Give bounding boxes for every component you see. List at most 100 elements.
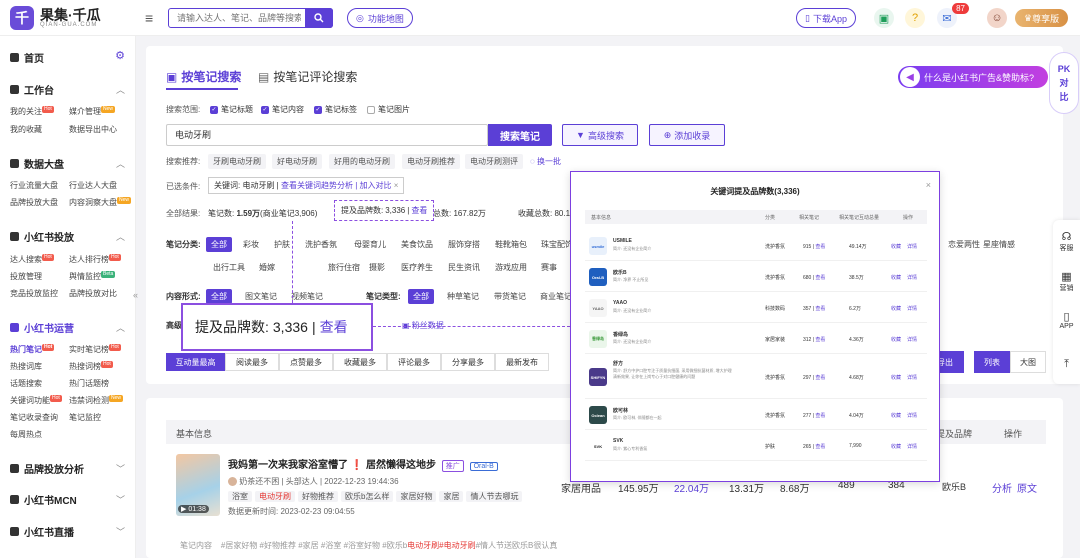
category-chip[interactable]: 全部 [206, 237, 232, 252]
brand-detail-link[interactable]: 详情 [907, 412, 917, 419]
brand-name[interactable]: YAAO [613, 300, 627, 306]
category-chip[interactable]: 医疗养生 [396, 260, 438, 275]
sort-tab[interactable]: 评论最多 [387, 353, 441, 371]
brand-collect-link[interactable]: 收藏 [891, 374, 901, 381]
sidebar-item-media[interactable]: 媒介管理 New [69, 106, 116, 117]
category-chip[interactable]: 游戏应用 [490, 260, 532, 275]
chevron-down-icon[interactable]: ﹀ [116, 525, 125, 538]
sidebar-item-banned-words[interactable]: 违禁词检测 New [69, 395, 124, 406]
sidebar-item-note-monitor[interactable]: 笔记监控 [69, 412, 101, 423]
category-chip[interactable]: 服饰穿搭 [443, 237, 485, 252]
sidebar-item-hot-topic-rank[interactable]: 热门话题榜 [69, 378, 109, 389]
sidebar-item-ad-manage[interactable]: 投放管理 [10, 271, 42, 282]
sidebar-item-hot-words[interactable]: 热搜词库 [10, 361, 42, 372]
view-notes-link[interactable]: 查看 [815, 444, 825, 450]
category-chip[interactable]: 洗护香氛 [300, 237, 342, 252]
note-title[interactable]: 我妈第一次来我家浴室懵了 ❗ 居然懒得这地步 推广 Oral-B [228, 456, 498, 472]
brand-detail-link[interactable]: 详情 [907, 305, 917, 312]
original-link[interactable]: 原文 [1017, 480, 1037, 495]
brand-name[interactable]: 欧乐B [613, 269, 627, 276]
sidebar-item-kol-search[interactable]: 达人搜索 Hot [10, 254, 54, 265]
category-chip[interactable]: 鞋靴箱包 [490, 237, 532, 252]
sidebar-item-kol-rank[interactable]: 达人排行榜 Hot [69, 254, 121, 265]
brand-collect-link[interactable]: 收藏 [891, 443, 901, 450]
sort-tab[interactable]: 互动量最高 [166, 353, 225, 371]
view-notes-link[interactable]: 查看 [815, 375, 825, 381]
sort-tab[interactable]: 阅读最多 [225, 353, 279, 371]
type-chip[interactable]: 带货笔记 [489, 289, 531, 304]
brand-name[interactable]: 舒方 [613, 360, 623, 367]
scope-tag-checkbox[interactable]: ✓ 笔记标签 [314, 104, 357, 115]
callout-view-link[interactable]: 查看 [320, 317, 348, 337]
chevron-up-icon[interactable]: ︿ [116, 321, 125, 334]
view-notes-link[interactable]: 查看 [815, 337, 825, 343]
view-brands-link[interactable]: 查看 [411, 205, 427, 216]
sidebar-item-keyword[interactable]: 关键词功能 Hot [10, 395, 62, 406]
category-chip[interactable]: 摄影 [364, 260, 390, 275]
function-map-button[interactable]: ◎ 功能地图 [347, 8, 413, 28]
brand-name[interactable]: USMILE [613, 238, 632, 244]
type-chip[interactable]: 种草笔记 [442, 289, 484, 304]
view-grid-button[interactable]: 大图 [1010, 351, 1046, 373]
close-icon[interactable]: × [394, 181, 399, 190]
brand-detail-link[interactable]: 详情 [907, 243, 917, 250]
mail-icon[interactable]: ✉ 87 [937, 3, 969, 28]
sidebar-item-hot-word-rank[interactable]: 热搜词榜 Hot [69, 361, 113, 372]
sidebar-collapse-icon[interactable]: « [133, 290, 138, 300]
sidebar-item-sentiment[interactable]: 舆情监控 Beta [69, 271, 116, 282]
category-chip[interactable]: 彩妆 [238, 237, 264, 252]
scope-content-checkbox[interactable]: ✓ 笔记内容 [261, 104, 304, 115]
category-chip[interactable]: 婚嫁 [254, 260, 280, 275]
type-chip[interactable]: 全部 [408, 289, 434, 304]
view-notes-link[interactable]: 查看 [815, 413, 825, 419]
brand-name[interactable]: 香绿岛 [613, 331, 628, 338]
brand-detail-link[interactable]: 详情 [907, 336, 917, 343]
logo[interactable]: 千 果集·千瓜 QIAN-GUA.COM [10, 6, 101, 30]
close-icon[interactable]: × [926, 180, 931, 190]
category-chip[interactable]: 母婴育儿 [349, 237, 391, 252]
add-index-button[interactable]: ⊕ 添加收录 [649, 124, 725, 146]
brand-collect-link[interactable]: 收藏 [891, 412, 901, 419]
recommend-tag[interactable]: 牙刷电动牙刷 [208, 154, 266, 169]
sidebar-home[interactable]: 首页 [10, 50, 44, 65]
category-chip[interactable]: 旅行住宿 [323, 260, 365, 275]
view-notes-link[interactable]: 查看 [815, 275, 825, 281]
note-search-input[interactable]: 电动牙刷 [166, 124, 488, 146]
sidebar-item-industry-kol[interactable]: 行业达人大盘 [69, 180, 117, 191]
help-icon[interactable]: ? [905, 8, 925, 28]
sidebar-xhs-ops[interactable]: 小红书运营 [10, 320, 74, 335]
global-search-button[interactable] [305, 8, 333, 28]
brand-collect-link[interactable]: 收藏 [891, 336, 901, 343]
form-chip[interactable]: 图文笔记 [240, 289, 282, 304]
scope-image-checkbox[interactable]: 笔记图片 [367, 104, 410, 115]
sidebar-dashboard[interactable]: 数据大盘 [10, 156, 64, 171]
sidebar-item-my-follow[interactable]: 我的关注 Hot [10, 106, 54, 117]
chevron-up-icon[interactable]: ︿ [116, 157, 125, 170]
category-chip[interactable]: 民生资讯 [443, 260, 485, 275]
recommend-tag[interactable]: 电动牙刷测评 [465, 154, 523, 169]
recommend-tag[interactable]: 好用的电动牙刷 [329, 154, 395, 169]
brand-detail-link[interactable]: 详情 [907, 374, 917, 381]
back-to-top-icon[interactable]: ⤒ [1053, 358, 1080, 371]
tab-note-search[interactable]: ▣ 按笔记搜索 [166, 68, 241, 85]
sidebar-item-brand-ad[interactable]: 品牌投放大盘 [10, 197, 58, 208]
sidebar-item-content-insight[interactable]: 内容洞察大盘 New [69, 197, 132, 208]
search-notes-button[interactable]: 搜索笔记 [488, 124, 552, 146]
category-chip[interactable]: 星座情感 [978, 237, 1020, 252]
sidebar-mcn[interactable]: 小红书MCN [10, 492, 77, 507]
brand-collect-link[interactable]: 收藏 [891, 274, 901, 281]
brand-name[interactable]: 欧可林 [613, 407, 628, 414]
chevron-up-icon[interactable]: ︿ [116, 230, 125, 243]
sidebar-item-brand-compare[interactable]: 品牌投放对比 [69, 288, 117, 299]
sidebar-workbench[interactable]: 工作台 [10, 82, 54, 97]
sidebar-item-note-index[interactable]: 笔记收录查询 [10, 412, 58, 423]
briefcase-icon[interactable]: ▣ [874, 8, 894, 28]
sidebar-brand-analysis[interactable]: 品牌投放分析 [10, 461, 84, 476]
avatar[interactable]: ☺ [987, 8, 1007, 28]
advanced-search-button[interactable]: ▼ 高级搜索 [562, 124, 638, 146]
recommend-tag[interactable]: 好电动牙刷 [272, 154, 322, 169]
brand-name[interactable]: SVK [613, 438, 623, 444]
view-notes-link[interactable]: 查看 [815, 306, 825, 312]
sidebar-item-topic-search[interactable]: 话题搜索 [10, 378, 42, 389]
sort-tab[interactable]: 点赞最多 [279, 353, 333, 371]
